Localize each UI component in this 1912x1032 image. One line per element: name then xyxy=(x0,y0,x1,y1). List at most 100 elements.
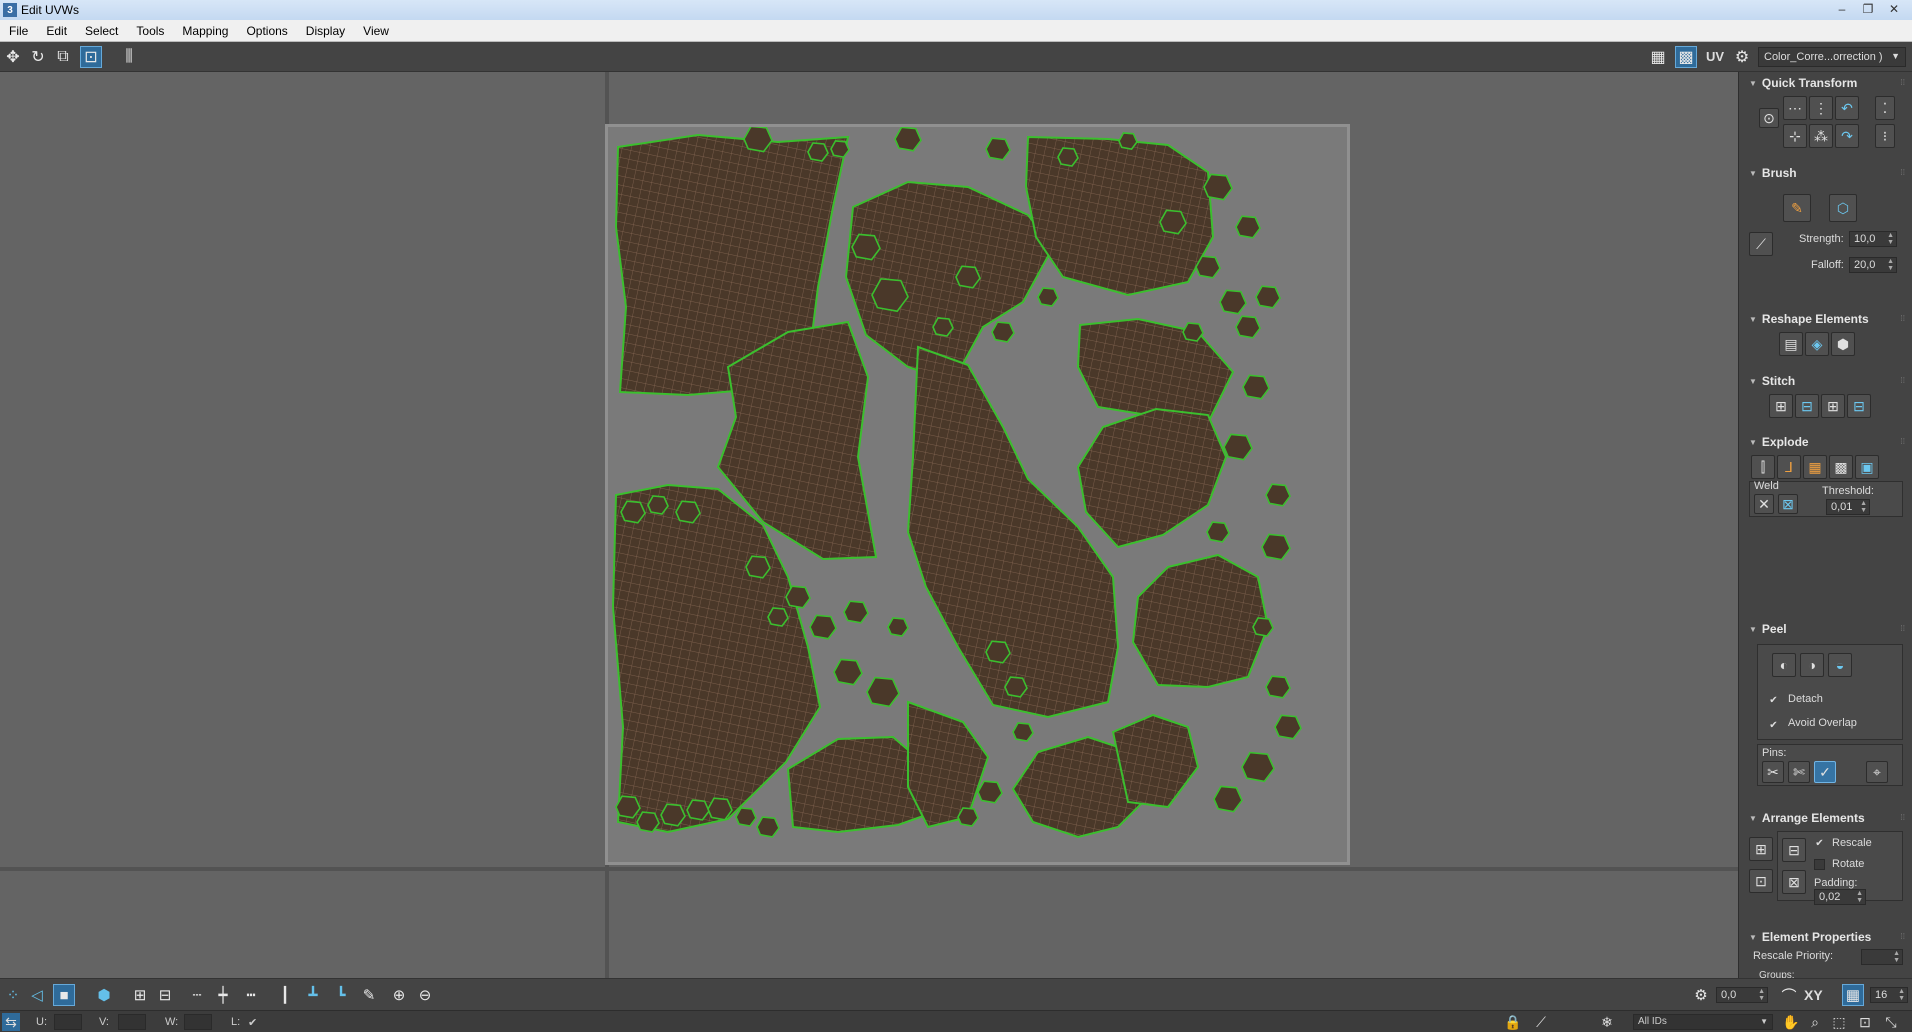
quick-transform-header[interactable]: ▼ Quick Transform ⁞⁞ xyxy=(1739,74,1912,92)
pack-together-icon[interactable]: ⊟ xyxy=(1782,838,1806,862)
show-hidden-edges-icon[interactable]: ⟋ xyxy=(1532,1013,1550,1031)
brush-header[interactable]: ▼ Brush ⁞⁞ xyxy=(1739,164,1912,182)
relax-settings-icon[interactable]: ⬢ xyxy=(1831,332,1855,356)
freeform-icon[interactable]: ⊡ xyxy=(80,46,102,68)
flatten-by-material-icon[interactable]: ▣ xyxy=(1855,455,1879,479)
angle-spinner[interactable]: 0,0 ▲ ▼ xyxy=(1716,987,1768,1003)
stitch-custom-icon[interactable]: ⊟ xyxy=(1847,394,1871,418)
uv-shell-small[interactable] xyxy=(1265,483,1291,507)
menu-display[interactable]: Display xyxy=(297,20,354,42)
u-field[interactable] xyxy=(54,1014,82,1030)
uv-viewport[interactable] xyxy=(0,72,1738,978)
v-field[interactable] xyxy=(118,1014,146,1030)
edge-mode-icon[interactable]: ◁ xyxy=(26,984,48,1006)
detach-edges-icon[interactable]: ⅃ xyxy=(1777,455,1801,479)
rotation-snap-icon[interactable]: ⚙ xyxy=(1690,984,1712,1006)
uv-shell-small[interactable] xyxy=(1203,173,1233,201)
stitch-to-target-icon[interactable]: ⊞ xyxy=(1769,394,1793,418)
uv-shell-small[interactable] xyxy=(991,321,1015,343)
pack-custom-icon[interactable]: ⊡ xyxy=(1749,869,1773,893)
grow-selection-icon[interactable]: ⊞ xyxy=(129,984,151,1006)
uv-shell-small[interactable] xyxy=(1265,675,1291,699)
uv-shell-small[interactable] xyxy=(1235,215,1261,239)
unpin-icon[interactable]: ✄ xyxy=(1788,761,1810,783)
scale-icon[interactable]: ⧉ xyxy=(52,46,74,68)
pack-normalize-icon[interactable]: ⊞ xyxy=(1749,837,1773,861)
menu-options[interactable]: Options xyxy=(237,20,296,42)
w-field[interactable] xyxy=(184,1014,212,1030)
lock-icon[interactable]: 🔒 xyxy=(1504,1013,1522,1031)
stitch-to-source-icon[interactable]: ⊞ xyxy=(1821,394,1845,418)
uv-shell-small[interactable] xyxy=(1252,617,1274,637)
weld-all-icon[interactable]: ⊠ xyxy=(1778,494,1798,514)
uv-shell-small[interactable] xyxy=(977,780,1003,804)
menu-mapping[interactable]: Mapping xyxy=(173,20,237,42)
vertex-mode-icon[interactable]: ⁘ xyxy=(2,984,24,1006)
padding-spinner[interactable]: 0,02 ▲ ▼ xyxy=(1814,889,1866,905)
show-map-icon[interactable]: ▩ xyxy=(1675,46,1697,68)
menu-select[interactable]: Select xyxy=(76,20,127,42)
relax-icon[interactable]: ◈ xyxy=(1805,332,1829,356)
l-checkbox[interactable]: ✔ xyxy=(248,1016,257,1029)
align-vertical-icon[interactable]: ⋮ xyxy=(1809,96,1833,120)
brush-falloff-icon[interactable]: ⟋ xyxy=(1749,232,1773,256)
absolute-offset-icon[interactable]: ⇆ xyxy=(2,1013,20,1031)
paint-select-icon[interactable]: ┻ xyxy=(302,984,324,1006)
uv-shell-small[interactable] xyxy=(830,140,850,158)
close-button[interactable]: ✕ xyxy=(1882,1,1906,17)
uv-shell-small[interactable] xyxy=(887,617,909,637)
zoom-icon[interactable]: ⌕ xyxy=(1806,1013,1824,1031)
uv-shell-small[interactable] xyxy=(1223,433,1253,461)
rotate-cw-icon[interactable]: ↷ xyxy=(1835,124,1859,148)
straighten-selection-icon[interactable]: ▤ xyxy=(1779,332,1803,356)
uv-shell-small[interactable] xyxy=(647,495,669,515)
uv-shells[interactable] xyxy=(608,125,1347,862)
element-mode-icon[interactable]: ⬢ xyxy=(93,984,115,1006)
uv-shell-small[interactable] xyxy=(833,658,863,686)
uv-shell-small[interactable] xyxy=(1261,533,1291,561)
zoom-extents-icon[interactable]: ⊡ xyxy=(1856,1013,1874,1031)
ring-select-icon[interactable]: ┅ xyxy=(240,984,262,1006)
loop-select-icon[interactable]: ┄ xyxy=(186,984,208,1006)
uv-mode-label[interactable]: UV xyxy=(1706,49,1724,64)
space-vertical-icon[interactable]: ⁝ xyxy=(1875,124,1895,148)
uv-shell-small[interactable] xyxy=(1213,785,1243,813)
texture-settings-icon[interactable]: ⚙ xyxy=(1731,46,1753,68)
brush-icon[interactable]: ✎ xyxy=(358,984,380,1006)
minimize-button[interactable]: – xyxy=(1830,1,1854,17)
loop-grow-icon[interactable]: ┿ xyxy=(212,984,234,1006)
auto-pin-icon[interactable]: ✓ xyxy=(1814,761,1836,783)
strength-spinner[interactable]: 10,0 ▲ ▼ xyxy=(1849,231,1897,247)
flatten-by-smoothing-icon[interactable]: ▩ xyxy=(1829,455,1853,479)
menu-tools[interactable]: Tools xyxy=(127,20,173,42)
menu-file[interactable]: File xyxy=(0,20,37,42)
rotate-checkbox[interactable] xyxy=(1814,859,1825,870)
peel-header[interactable]: ▼ Peel ⁞⁞ xyxy=(1739,620,1912,638)
texture-dropdown[interactable]: Color_Corre...orrection ) ▼ xyxy=(1758,47,1906,67)
uv-shell-small[interactable] xyxy=(735,807,757,827)
uv-shell-small[interactable] xyxy=(1242,374,1270,400)
uv-shell-small[interactable] xyxy=(756,816,780,838)
uv-shell-small[interactable] xyxy=(767,607,789,627)
uv-shell-small[interactable] xyxy=(807,142,829,162)
pin-icon[interactable]: ✂ xyxy=(1762,761,1784,783)
uv-shell-small[interactable] xyxy=(1255,285,1281,309)
paint-select-plus-icon[interactable]: ⊕ xyxy=(388,984,410,1006)
uv-shell-small[interactable] xyxy=(1241,751,1275,783)
grid-snap-icon[interactable]: ▦ xyxy=(1842,984,1864,1006)
relax-brush-icon[interactable]: ⬡ xyxy=(1829,194,1857,222)
threshold-spinner[interactable]: 0,01 ▲ ▼ xyxy=(1826,499,1870,515)
uv-shell-small[interactable] xyxy=(1235,315,1261,339)
break-icon[interactable]: ⫿ xyxy=(1751,455,1775,479)
rescale-priority-spinner[interactable]: ▲ ▼ xyxy=(1861,949,1903,965)
uv-shell-small[interactable] xyxy=(1219,289,1247,315)
align-horizontal-icon[interactable]: ⋯ xyxy=(1783,96,1807,120)
paint-select-minus-icon[interactable]: ⊖ xyxy=(414,984,436,1006)
mirror-icon[interactable]: ⫼ xyxy=(118,46,140,68)
element-properties-header[interactable]: ▼ Element Properties ⁞⁞ xyxy=(1739,928,1912,946)
rescale-checkbox[interactable]: ✔ xyxy=(1814,838,1825,849)
uv-shell-small[interactable] xyxy=(957,807,979,827)
uv-shell-small[interactable] xyxy=(1012,722,1034,742)
stitch-header[interactable]: ▼ Stitch ⁞⁞ xyxy=(1739,372,1912,390)
pivot-icon[interactable]: ⊙ xyxy=(1759,108,1779,128)
